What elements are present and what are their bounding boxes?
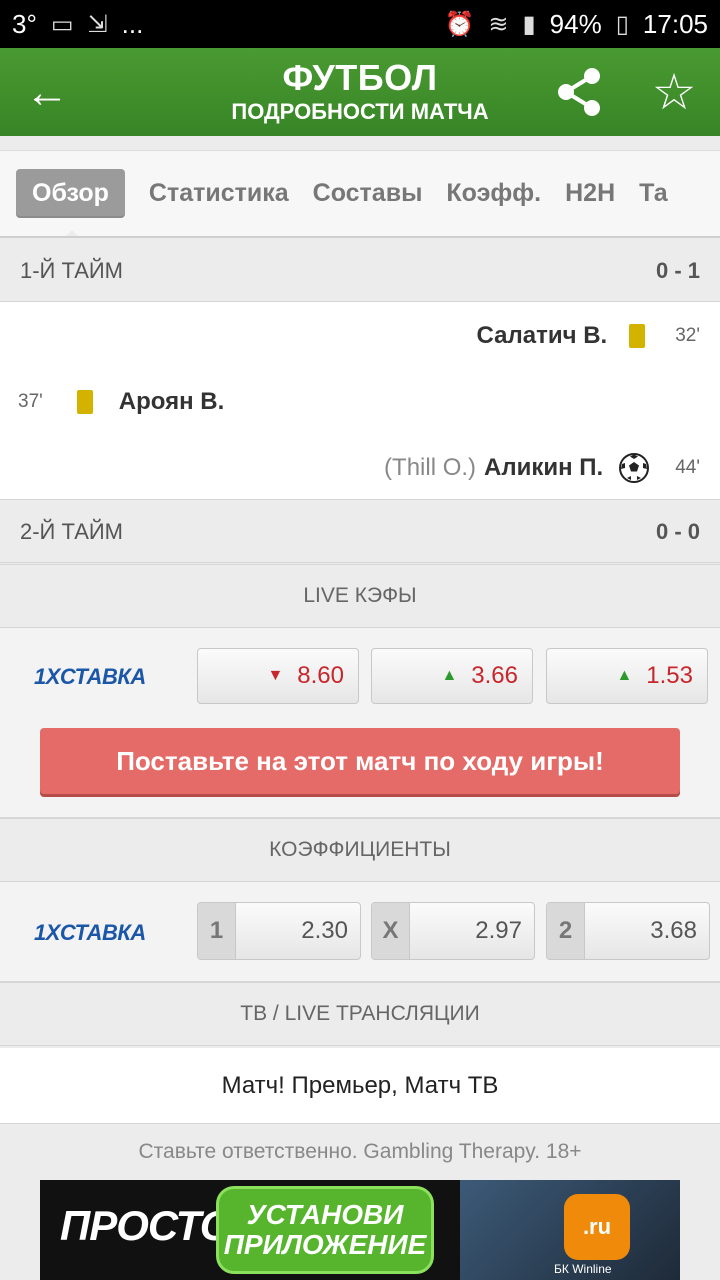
event-assist: (Thill O.): [384, 454, 477, 481]
bet-live-button[interactable]: Поставьте на этот матч по ходу игры!: [40, 728, 680, 794]
tab-overview[interactable]: Обзор: [16, 169, 125, 236]
live-odds-title: LIVE КЭФЫ: [303, 584, 417, 607]
coefficient-button[interactable]: 2 3.68: [546, 902, 710, 960]
first-half-label: 1-Й ТАЙМ: [20, 257, 124, 283]
first-half-header: 1-Й ТАЙМ 0 - 1: [0, 240, 720, 302]
coefficient-value: 3.68: [650, 917, 697, 944]
page-subtitle: ПОДРОБНОСТИ МАТЧА: [231, 99, 489, 124]
clock: 17:05: [642, 8, 708, 39]
battery-level: 94%: [549, 8, 602, 39]
coefficient-value: 2.97: [475, 917, 522, 944]
event-row: (Thill O.) Аликин П. 44': [384, 448, 700, 488]
event-row: 37' Ароян В.: [18, 382, 224, 422]
wifi-icon: ≋: [488, 10, 509, 38]
tab-table[interactable]: Та: [639, 169, 668, 218]
weather-temp: 3°: [12, 8, 37, 39]
share-button[interactable]: [552, 64, 608, 120]
first-half-score: 0 - 1: [655, 257, 700, 283]
ad-app-icon: .ru: [564, 1194, 630, 1260]
ad-button-line2: ПРИЛОЖЕНИЕ: [223, 1229, 427, 1260]
live-odd-value: 1.53: [646, 662, 693, 689]
alarm-icon: ⏰: [444, 10, 475, 38]
second-half-label: 2-Й ТАЙМ: [20, 518, 124, 544]
coefficient-label: 1: [198, 903, 236, 959]
tab-lineups[interactable]: Составы: [313, 169, 423, 218]
tab-odds[interactable]: Коэфф.: [446, 169, 541, 218]
tab-statistics[interactable]: Статистика: [149, 169, 289, 218]
coefficient-label: X: [372, 903, 410, 959]
status-bar: 3° ▭ ⇲ ... ⏰ ≋ ▮ 94% ▯ 17:05: [0, 0, 720, 48]
arrow-left-icon: ←: [25, 68, 69, 117]
share-icon: [558, 68, 600, 116]
coefficients-title: КОЭФФИЦИЕНТЫ: [269, 838, 451, 861]
ad-text: ПРОСТО: [60, 1202, 232, 1249]
tv-header: ТВ / LIVE ТРАНСЛЯЦИИ: [0, 982, 720, 1046]
header-titles: ФУТБОЛ ПОДРОБНОСТИ МАТЧА: [160, 58, 560, 126]
coefficients-header: КОЭФФИЦИЕНТЫ: [0, 818, 720, 882]
ad-app-label: БК Winline: [554, 1262, 612, 1276]
bookmaker-logo[interactable]: 1XСТАВКА: [34, 920, 146, 946]
yellow-card-icon: [76, 390, 93, 414]
second-half-header: 2-Й ТАЙМ 0 - 0: [0, 501, 720, 563]
live-odd-button[interactable]: ▲ 1.53: [546, 648, 708, 704]
favorite-button[interactable]: ☆: [644, 62, 704, 122]
live-odd-value: 3.66: [471, 662, 518, 689]
app-bar: ← ФУТБОЛ ПОДРОБНОСТИ МАТЧА ☆: [0, 48, 720, 136]
live-odd-button[interactable]: ▼ 8.60: [197, 648, 359, 704]
star-outline-icon: ☆: [651, 64, 697, 120]
event-minute: 32': [675, 325, 700, 346]
coefficient-button[interactable]: 1 2.30: [197, 902, 361, 960]
event-player: Аликин П.: [484, 454, 604, 481]
event-player: Салатич В.: [476, 322, 608, 349]
ad-banner[interactable]: ПРОСТО УСТАНОВИ ПРИЛОЖЕНИЕ .ru БК Winlin…: [40, 1180, 680, 1280]
event-row: Салатич В. 32': [477, 316, 700, 356]
more-notifications: ...: [121, 8, 144, 39]
download-icon: ⇲: [87, 10, 108, 38]
arrow-up-icon: ▲: [441, 667, 458, 684]
live-odds-header: LIVE КЭФЫ: [0, 564, 720, 628]
signal-icon: ▮: [522, 10, 536, 38]
second-half-score: 0 - 0: [655, 518, 700, 544]
event-minute: 37': [18, 391, 43, 412]
live-odd-value: 8.60: [297, 662, 344, 689]
live-odd-button[interactable]: ▲ 3.66: [371, 648, 533, 704]
ad-install-button[interactable]: УСТАНОВИ ПРИЛОЖЕНИЕ: [216, 1186, 434, 1274]
notification-icon: ▭: [50, 10, 74, 38]
coefficient-value: 2.30: [301, 917, 348, 944]
event-minute: 44': [675, 457, 700, 478]
tab-bar: Обзор Статистика Составы Коэфф. H2H Та: [0, 150, 720, 238]
tv-channels: Матч! Премьер, Матч ТВ: [0, 1048, 720, 1124]
event-player: Ароян В.: [118, 388, 225, 415]
tab-h2h[interactable]: H2H: [565, 169, 615, 218]
match-events: Салатич В. 32' 37' Ароян В. (Thill O.) А…: [0, 302, 720, 500]
responsible-gambling-note[interactable]: Ставьте ответственно. Gambling Therapy. …: [0, 1124, 720, 1180]
coefficients-section: 1XСТАВКА 1 2.30 X 2.97 2 3.68: [0, 882, 720, 982]
soccer-ball-icon: [619, 453, 650, 483]
tv-title: ТВ / LIVE ТРАНСЛЯЦИИ: [240, 1002, 480, 1025]
yellow-card-icon: [629, 324, 646, 348]
arrow-down-icon: ▼: [267, 667, 284, 684]
live-odds-section: 1XСТАВКА ▼ 8.60 ▲ 3.66 ▲ 1.53 Поставьте …: [0, 628, 720, 818]
coefficient-button[interactable]: X 2.97: [371, 902, 535, 960]
ad-button-line1: УСТАНОВИ: [246, 1199, 404, 1230]
page-title: ФУТБОЛ: [282, 57, 438, 98]
back-button[interactable]: ←: [20, 66, 74, 120]
coefficient-label: 2: [547, 903, 585, 959]
bookmaker-logo[interactable]: 1XСТАВКА: [34, 664, 146, 690]
arrow-up-icon: ▲: [616, 667, 633, 684]
battery-icon: ▯: [615, 10, 629, 38]
